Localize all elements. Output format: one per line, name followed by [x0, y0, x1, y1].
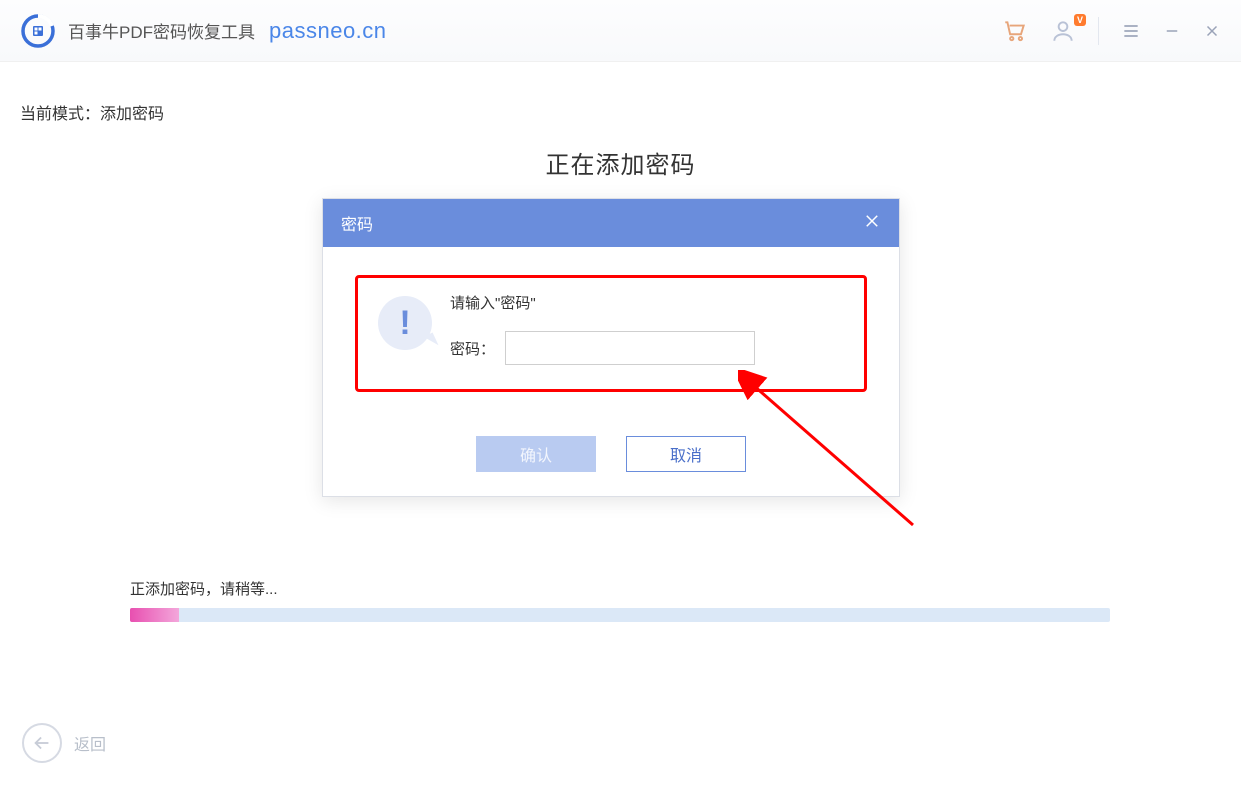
back-label: 返回 — [74, 731, 106, 755]
password-field-row: 密码： — [450, 331, 755, 365]
dialog-title: 密码 — [341, 211, 373, 235]
back-button[interactable]: 返回 — [22, 723, 106, 763]
progress-fill — [130, 608, 179, 622]
password-label: 密码： — [450, 338, 495, 359]
divider — [1098, 17, 1099, 45]
password-dialog: 密码 ! 请输入"密码" 密码： 确认 取消 — [322, 198, 900, 497]
cancel-button[interactable]: 取消 — [626, 436, 746, 472]
confirm-button[interactable]: 确认 — [476, 436, 596, 472]
user-icon[interactable]: V — [1050, 18, 1076, 44]
progress-label: 正添加密码，请稍等... — [130, 578, 278, 599]
back-arrow-icon — [22, 723, 62, 763]
highlight-annotation: ! 请输入"密码" 密码： — [355, 275, 867, 392]
minimize-icon[interactable] — [1163, 22, 1181, 40]
app-domain: passneo.cn — [269, 18, 387, 44]
password-input[interactable] — [505, 331, 755, 365]
menu-icon[interactable] — [1121, 21, 1141, 41]
titlebar-controls: V — [1002, 17, 1221, 45]
dialog-prompt: 请输入"密码" — [450, 292, 755, 313]
titlebar: 百事牛PDF密码恢复工具 passneo.cn V — [0, 0, 1241, 62]
dialog-buttons: 确认 取消 — [355, 436, 867, 472]
dialog-close-icon[interactable] — [863, 212, 881, 235]
current-mode-label: 当前模式：添加密码 — [20, 100, 164, 124]
exclamation-icon: ! — [378, 296, 432, 350]
progress-bar — [130, 608, 1110, 622]
dialog-body: ! 请输入"密码" 密码： 确认 取消 — [323, 247, 899, 492]
mode-prefix: 当前模式： — [20, 106, 100, 123]
app-logo-icon — [20, 13, 56, 49]
cart-icon[interactable] — [1002, 18, 1028, 44]
mode-value: 添加密码 — [100, 106, 164, 123]
close-icon[interactable] — [1203, 22, 1221, 40]
dialog-header: 密码 — [323, 199, 899, 247]
dialog-content: 请输入"密码" 密码： — [450, 292, 755, 365]
vip-badge: V — [1074, 14, 1086, 26]
page-title: 正在添加密码 — [0, 145, 1241, 180]
app-title: 百事牛PDF密码恢复工具 — [68, 18, 255, 43]
